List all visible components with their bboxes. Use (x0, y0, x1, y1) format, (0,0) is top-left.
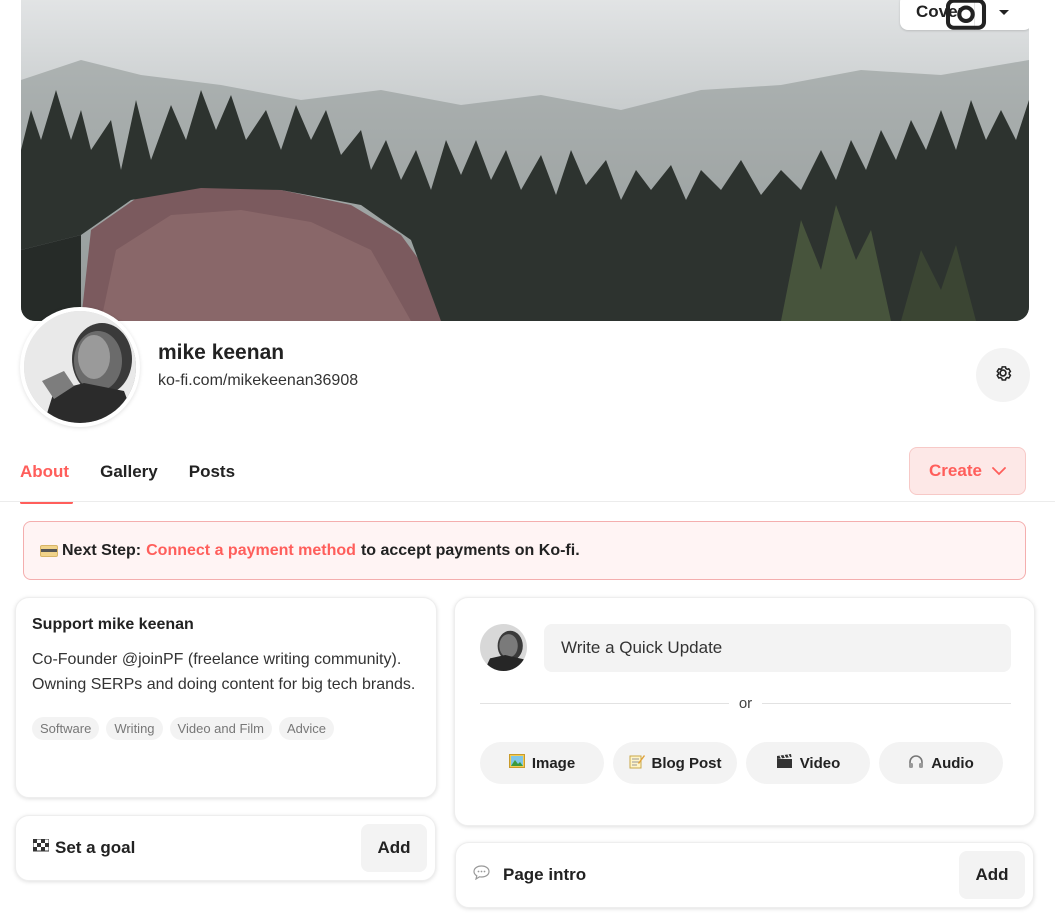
headphones-icon (908, 754, 924, 773)
add-goal-button[interactable]: Add (361, 824, 427, 872)
tag-video-and-film[interactable]: Video and Film (169, 717, 273, 740)
divider-line (762, 703, 1011, 704)
create-button[interactable]: Create (909, 447, 1026, 495)
profile-avatar[interactable] (20, 307, 140, 427)
credit-card-icon (40, 544, 58, 557)
support-title: Support mike keenan (32, 616, 194, 633)
tag-list: Software Writing Video and Film Advice (32, 717, 420, 740)
avatar-photo (480, 624, 527, 671)
audio-button-label: Audio (931, 754, 974, 772)
image-icon (508, 754, 525, 772)
media-buttons: Image Blog Post Video Audio (480, 742, 1003, 784)
clapper-icon (776, 753, 793, 773)
page-intro-label: Page intro (503, 865, 587, 884)
checkered-flag-icon (32, 838, 50, 858)
support-bio: Co-Founder @joinPF (freelance writing co… (32, 651, 416, 693)
connect-payment-link[interactable]: Connect a payment method (146, 542, 356, 560)
add-page-intro-button[interactable]: Add (959, 851, 1025, 899)
or-text: or (738, 695, 753, 712)
avatar-photo (24, 311, 136, 423)
audio-button[interactable]: Audio (879, 742, 1003, 784)
profile-url[interactable]: ko-fi.com/mikekeenan36908 (158, 372, 358, 390)
forest-illustration (21, 0, 1029, 321)
cover-button[interactable]: Cover (900, 0, 1029, 30)
cover-image: Cover (21, 0, 1029, 321)
tab-gallery[interactable]: Gallery (100, 460, 158, 504)
page-intro-label-row: Page intro (473, 865, 586, 885)
image-button-label: Image (531, 754, 576, 772)
goal-label-row: Set a goal (32, 838, 136, 858)
divider-line (480, 703, 729, 704)
banner-suffix: to accept payments on Ko-fi. (360, 541, 580, 559)
profile-tabs: About Gallery Posts (20, 460, 266, 504)
quick-update-card: Write a Quick Update or Image Blog Post … (454, 597, 1035, 826)
blog-post-button[interactable]: Blog Post (613, 742, 737, 784)
tab-posts[interactable]: Posts (189, 460, 235, 504)
video-button[interactable]: Video (746, 742, 870, 784)
profile-name: mike keenan (158, 341, 285, 364)
goal-label: Set a goal (55, 838, 136, 857)
user-avatar (480, 624, 527, 671)
chevron-down-icon (992, 461, 1006, 481)
video-button-label: Video (799, 754, 841, 772)
tab-about[interactable]: About (20, 460, 74, 504)
blog-post-button-label: Blog Post (651, 754, 722, 772)
gear-icon (993, 363, 1013, 388)
tag-advice[interactable]: Advice (279, 717, 335, 740)
create-button-label: Create (929, 461, 982, 480)
memo-icon (629, 753, 645, 773)
page-intro-card: Page intro Add (455, 842, 1034, 908)
tabs-divider (0, 501, 1055, 502)
payment-banner: Next Step: Connect a payment method to a… (23, 521, 1026, 580)
quick-update-input[interactable]: Write a Quick Update (544, 624, 1011, 672)
settings-button[interactable] (976, 348, 1030, 402)
image-button[interactable]: Image (480, 742, 604, 784)
cover-edit-button[interactable]: Cover (900, 0, 987, 30)
support-card: Support mike keenan Co-Founder @joinPF (… (15, 597, 437, 798)
banner-prefix: Next Step: (62, 541, 142, 559)
tag-writing[interactable]: Writing (106, 717, 163, 740)
or-divider: or (480, 695, 1011, 712)
goal-card: Set a goal Add (15, 815, 436, 881)
speech-bubble-icon (473, 865, 490, 885)
tag-software[interactable]: Software (32, 717, 100, 740)
